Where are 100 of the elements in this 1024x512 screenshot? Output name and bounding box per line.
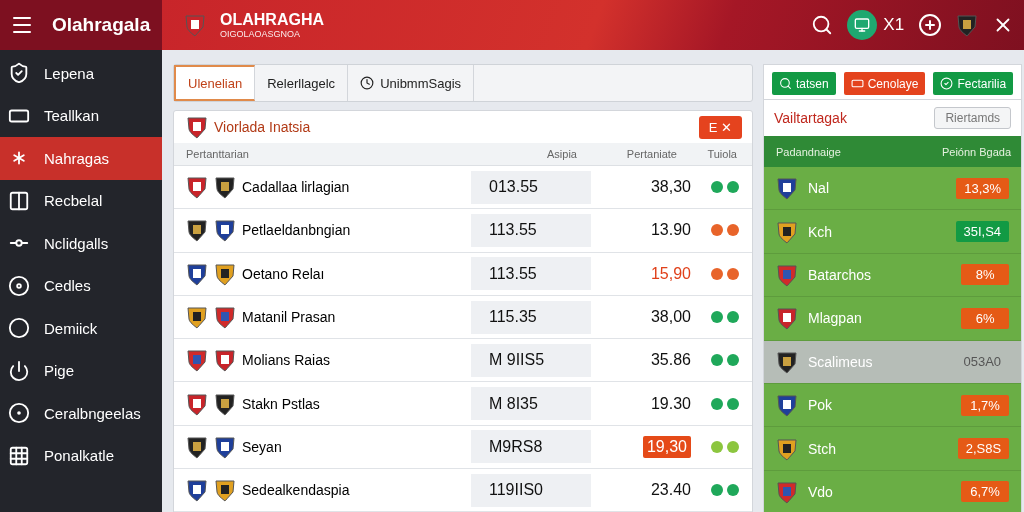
crest-icon xyxy=(214,391,236,416)
grid-icon xyxy=(8,444,30,467)
crest-icon xyxy=(214,218,236,243)
crest-icon xyxy=(776,349,798,374)
brand-subtitle: OIGOLAOASGNOA xyxy=(220,29,302,39)
tab[interactable]: Ulenelian xyxy=(174,65,256,101)
power-icon xyxy=(8,359,30,382)
list-row[interactable]: Vdo 6,7% xyxy=(764,470,1022,512)
value-cell: M9RS8 xyxy=(471,430,591,464)
crest-icon xyxy=(186,391,208,416)
sidebar-item[interactable]: Pige xyxy=(0,349,162,392)
percent-badge: 13,3% xyxy=(956,177,1010,199)
team-name: Stch xyxy=(808,440,837,457)
list-row[interactable]: Stch 2,S8S xyxy=(764,427,1022,471)
columns-icon xyxy=(8,189,30,212)
team-name: Pok xyxy=(808,397,834,414)
percent-badge: 6,7% xyxy=(961,481,1010,503)
team-name: Molians Raias xyxy=(242,352,330,369)
crest-icon xyxy=(776,393,798,418)
crest-icon xyxy=(214,261,236,286)
brand-name: OLAHRAGHA xyxy=(220,11,324,29)
crest-icon xyxy=(776,262,798,287)
percent-badge: 6% xyxy=(961,307,1010,329)
clock-icon xyxy=(360,76,375,90)
crest-icon xyxy=(776,436,798,461)
target-icon xyxy=(8,402,30,425)
list-row[interactable]: Mlagpan 6% xyxy=(764,297,1022,341)
crest-logo xyxy=(184,13,206,37)
percent-badge: 2,S8S xyxy=(957,438,1010,460)
odds-value: 19.30 xyxy=(650,394,691,413)
tab[interactable]: UnibmmSagis xyxy=(348,65,475,101)
sidebar-item[interactable]: Nahragas xyxy=(0,137,162,180)
team-name: Oetano Relaı xyxy=(242,265,325,282)
team-name: Petlaeldanbngian xyxy=(242,222,351,239)
odds-value: 13.90 xyxy=(650,221,691,240)
percent-value: 053A0 xyxy=(962,353,1003,372)
add-icon[interactable] xyxy=(918,13,943,37)
shield-icon xyxy=(8,62,30,85)
crest-icon xyxy=(186,218,208,243)
crest-icon xyxy=(776,479,798,504)
close-button[interactable]: E ✕ xyxy=(698,115,742,139)
sidebar-item[interactable]: Lepena xyxy=(0,52,162,95)
team-name: Vdo xyxy=(808,483,834,500)
odds-value: 38,00 xyxy=(650,308,691,327)
crest-icon xyxy=(214,305,236,330)
list-row[interactable]: Batarchos 8% xyxy=(764,253,1022,298)
column-header: Pertanttarian xyxy=(186,148,250,160)
crest-icon xyxy=(186,115,208,139)
value-cell: 113.55 xyxy=(471,213,591,247)
list-row[interactable]: Scalimeus 053A0 xyxy=(764,340,1022,384)
percent-badge: 35Ӏ,S4 xyxy=(955,221,1010,243)
crest-icon xyxy=(214,478,236,503)
team-name: Mlagpan xyxy=(808,310,863,327)
crest-icon xyxy=(776,306,798,331)
search-icon[interactable] xyxy=(811,14,834,36)
column-header: Tuiola xyxy=(706,148,738,160)
tab[interactable]: Relerllagelc xyxy=(255,65,349,101)
crest-icon xyxy=(186,434,208,459)
team-name: Cadallaa lirlagian xyxy=(242,179,350,196)
list-row[interactable]: Pok 1,7% xyxy=(764,383,1022,428)
panel-title: Viorlada Inatsia xyxy=(214,119,312,135)
avatar-icon[interactable] xyxy=(847,10,878,40)
sidebar-item[interactable]: Demiick xyxy=(0,307,162,350)
list-row[interactable]: Nal 13,3% xyxy=(764,167,1022,211)
crest-icon xyxy=(776,219,798,244)
column-header: Peiónn Bgada xyxy=(941,145,1012,158)
counter-text: X1 xyxy=(883,15,905,35)
odds-value: 38,30 xyxy=(650,178,691,197)
panel-title: Vailtartagak xyxy=(774,110,847,126)
sidebar-item[interactable]: Teallkan xyxy=(0,94,162,137)
action-button[interactable]: tatsen xyxy=(772,72,836,95)
list-row[interactable]: Kch 35Ӏ,S4 xyxy=(764,210,1022,254)
search-icon xyxy=(779,77,792,90)
column-header: Padandnaige xyxy=(776,145,841,158)
team-name: Scalimeus xyxy=(808,353,874,370)
rectangle-icon xyxy=(850,77,864,90)
sidebar-item[interactable]: Cedles xyxy=(0,264,162,307)
value-cell: M 8I35 xyxy=(471,387,591,421)
percent-badge: 1,7% xyxy=(961,394,1010,416)
crest-icon xyxy=(956,13,979,37)
sidebar-item[interactable]: Ponalkatle xyxy=(0,434,162,477)
filter-button[interactable]: Riertamds xyxy=(934,107,1012,129)
team-name: Matanil Prasan xyxy=(242,309,336,326)
crest-icon xyxy=(214,348,236,373)
sidebar-item[interactable]: Ceralbngeelas xyxy=(0,392,162,435)
crest-icon xyxy=(186,305,208,330)
sidebar-item[interactable]: Recbelal xyxy=(0,179,162,222)
team-name: Kch xyxy=(808,223,834,240)
team-name: Seyan xyxy=(242,438,282,455)
sidebar-item[interactable]: Nclidgalls xyxy=(0,222,162,265)
crest-icon xyxy=(776,176,798,201)
action-button[interactable]: Fectarilia xyxy=(933,72,1014,95)
column-header: Pertaniate xyxy=(625,148,678,160)
crest-icon xyxy=(214,175,236,200)
value-cell: M 9IIS5 xyxy=(471,343,591,377)
team-name: Sedealkendaspia xyxy=(242,482,350,499)
value-cell: 013.55 xyxy=(471,170,591,204)
crest-icon xyxy=(186,261,208,286)
odds-value: 35.86 xyxy=(650,351,691,370)
action-button[interactable]: Cenolaye xyxy=(843,72,926,95)
